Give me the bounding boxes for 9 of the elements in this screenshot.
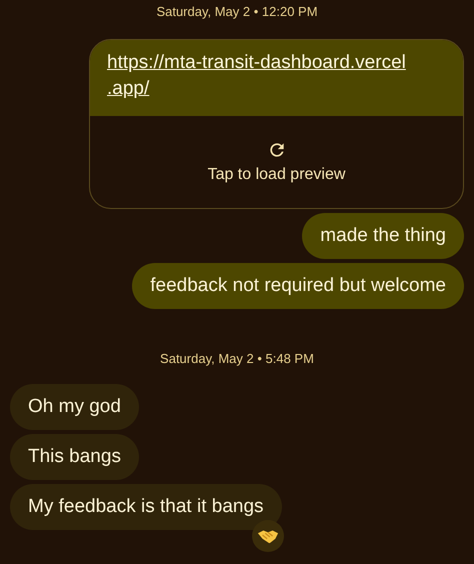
message-bubble: My feedback is that it bangs	[10, 484, 282, 530]
message-bubble: feedback not required but welcome	[132, 263, 464, 309]
timestamp: Saturday, May 2 • 12:20 PM	[156, 4, 318, 19]
message-bubble: Oh my god	[10, 384, 139, 430]
message-bubble: This bangs	[10, 434, 139, 480]
message-bubble: made the thing	[302, 213, 464, 259]
timestamp: Saturday, May 2 • 5:48 PM	[160, 351, 314, 366]
link-preview-card[interactable]: https://mta-transit-dashboard.vercel .app/ Tap to load preview	[89, 39, 464, 209]
preview-label: Tap to load preview	[208, 166, 346, 184]
